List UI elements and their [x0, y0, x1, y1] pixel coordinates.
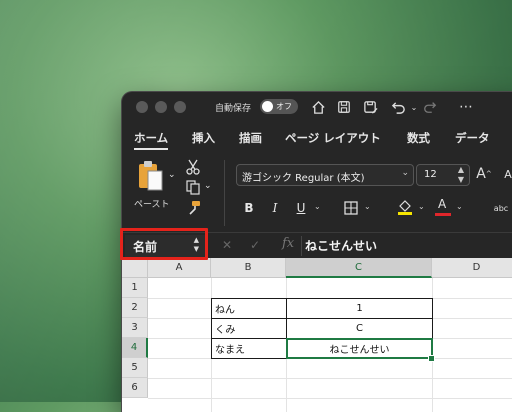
- active-tab-indicator: [134, 148, 168, 150]
- decrease-font-size-icon[interactable]: A: [498, 164, 512, 184]
- fill-color-icon[interactable]: [396, 196, 414, 218]
- formula-content[interactable]: ねこせんせい: [305, 237, 377, 254]
- close-window-button[interactable]: [136, 101, 148, 113]
- underline-button[interactable]: U: [292, 198, 310, 218]
- home-icon[interactable]: [308, 97, 328, 117]
- fill-handle[interactable]: [428, 355, 435, 362]
- font-name-value: 游ゴシック Regular (本文): [242, 173, 365, 184]
- row-header-1[interactable]: 1: [122, 278, 148, 298]
- cell-b2[interactable]: ねん: [211, 298, 287, 319]
- toggle-knob: [262, 101, 273, 112]
- row-header-5[interactable]: 5: [122, 358, 148, 378]
- column-header-c[interactable]: C: [286, 258, 432, 278]
- formula-separator: [301, 236, 302, 256]
- more-icon[interactable]: ⋯: [456, 97, 476, 117]
- autosave-label: 自動保存: [215, 104, 252, 114]
- save-icon[interactable]: [334, 97, 354, 117]
- save-as-icon[interactable]: [360, 97, 380, 117]
- format-painter-icon[interactable]: [184, 198, 202, 216]
- tab-home[interactable]: ホーム: [134, 130, 168, 146]
- paste-label: ペースト: [134, 200, 170, 210]
- name-box-highlight: [120, 228, 208, 260]
- redo-icon[interactable]: [420, 97, 440, 117]
- cell-c3[interactable]: C: [286, 318, 433, 339]
- row-header-2[interactable]: 2: [122, 298, 148, 318]
- borders-chevron-icon[interactable]: ⌄: [364, 202, 371, 211]
- row-header-6[interactable]: 6: [122, 378, 148, 398]
- column-header-d[interactable]: D: [432, 258, 512, 278]
- fill-color-chevron-icon[interactable]: ⌄: [418, 202, 425, 211]
- spreadsheet-grid: A B C D 1 2 3 4 5 6 ねん 1 くみ C なまえ ねこせんせい: [122, 258, 512, 412]
- autosave-state: オフ: [276, 102, 292, 111]
- tab-formulas[interactable]: 数式: [407, 130, 430, 146]
- tab-insert[interactable]: 挿入: [192, 130, 215, 146]
- font-color-chevron-icon[interactable]: ⌄: [456, 202, 463, 211]
- ribbon: ⌄ ペースト ⌄ 游ゴシック Regular (本文) ⌄ 12 ▲ ▼ A ^ A…: [122, 154, 512, 232]
- gridline: [148, 398, 512, 399]
- row-header-3[interactable]: 3: [122, 318, 148, 338]
- tab-page-layout[interactable]: ページ レイアウト: [285, 130, 381, 146]
- underline-chevron-icon[interactable]: ⌄: [314, 202, 321, 211]
- abc-label: abc: [493, 203, 509, 213]
- gridline: [148, 378, 512, 379]
- increase-font-size-icon[interactable]: A ^: [474, 164, 494, 184]
- borders-icon[interactable]: [342, 198, 360, 218]
- cancel-icon[interactable]: ✕: [222, 238, 232, 252]
- zoom-window-button[interactable]: [174, 101, 186, 113]
- column-header-a[interactable]: A: [148, 258, 211, 278]
- paste-chevron-icon[interactable]: ⌄: [168, 170, 176, 180]
- autosave-toggle[interactable]: オフ: [260, 99, 298, 114]
- minimize-window-button[interactable]: [155, 101, 167, 113]
- row-header-4[interactable]: 4: [122, 338, 148, 358]
- stepper-arrows-icon: ▲ ▼: [457, 165, 464, 184]
- font-color-glyph: A: [438, 197, 447, 211]
- cell-b3[interactable]: くみ: [211, 318, 287, 339]
- font-color-icon[interactable]: A: [434, 196, 452, 218]
- font-size-stepper[interactable]: 12 ▲ ▼: [416, 164, 470, 186]
- cell-c4-active[interactable]: ねこせんせい: [286, 338, 433, 359]
- paste-icon[interactable]: [136, 158, 168, 194]
- insert-function-button[interactable]: fx: [282, 236, 294, 251]
- confirm-icon[interactable]: ✓: [250, 238, 260, 252]
- cut-icon[interactable]: [184, 158, 202, 176]
- tab-draw[interactable]: 描画: [239, 130, 262, 146]
- select-all-corner[interactable]: [122, 258, 148, 278]
- font-size-value: 12: [424, 169, 437, 180]
- text-format-icon[interactable]: abc: [486, 198, 512, 218]
- ribbon-tabs: ホーム 挿入 描画 ページ レイアウト 数式 データ: [122, 126, 512, 152]
- column-header-b[interactable]: B: [211, 258, 286, 278]
- cell-b4[interactable]: なまえ: [211, 338, 287, 359]
- cell-c2[interactable]: 1: [286, 298, 433, 319]
- title-bar: 自動保存 オフ ⌄ ⋯: [122, 92, 512, 122]
- italic-button[interactable]: I: [266, 198, 284, 218]
- font-name-dropdown[interactable]: 游ゴシック Regular (本文) ⌄: [236, 164, 414, 186]
- bold-button[interactable]: B: [240, 198, 258, 218]
- tab-data[interactable]: データ: [455, 130, 490, 146]
- copy-icon[interactable]: [184, 178, 202, 196]
- copy-chevron-icon[interactable]: ⌄: [204, 181, 212, 191]
- chevron-down-icon: ⌄: [401, 168, 409, 178]
- ribbon-separator: [224, 160, 225, 226]
